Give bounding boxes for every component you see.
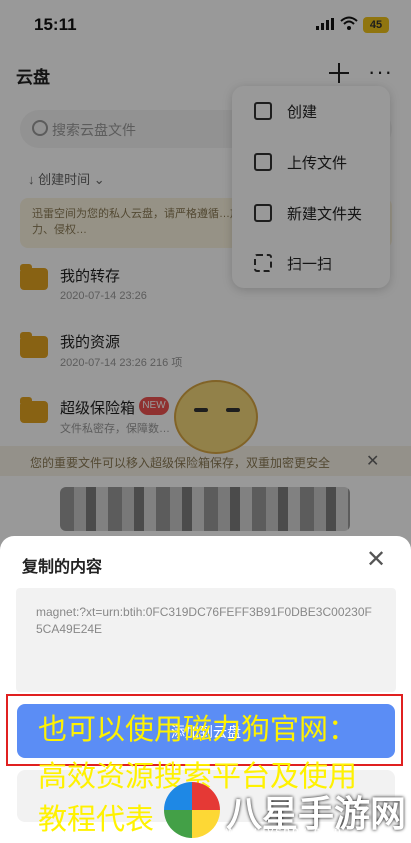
watermark-line: 教程代表 — [38, 804, 155, 836]
sheet-title: 复制的内容 — [22, 559, 103, 576]
watermark-line: 也可以使用磁力狗官网： — [38, 714, 358, 746]
copied-text: magnet:?xt=urn:btih:0FC319DC76FEFF3B91F0… — [16, 588, 396, 692]
brand-url: www.lyshbx.com — [226, 824, 343, 838]
close-icon[interactable]: ✕ — [366, 548, 386, 572]
brand-logo-icon — [164, 782, 220, 838]
